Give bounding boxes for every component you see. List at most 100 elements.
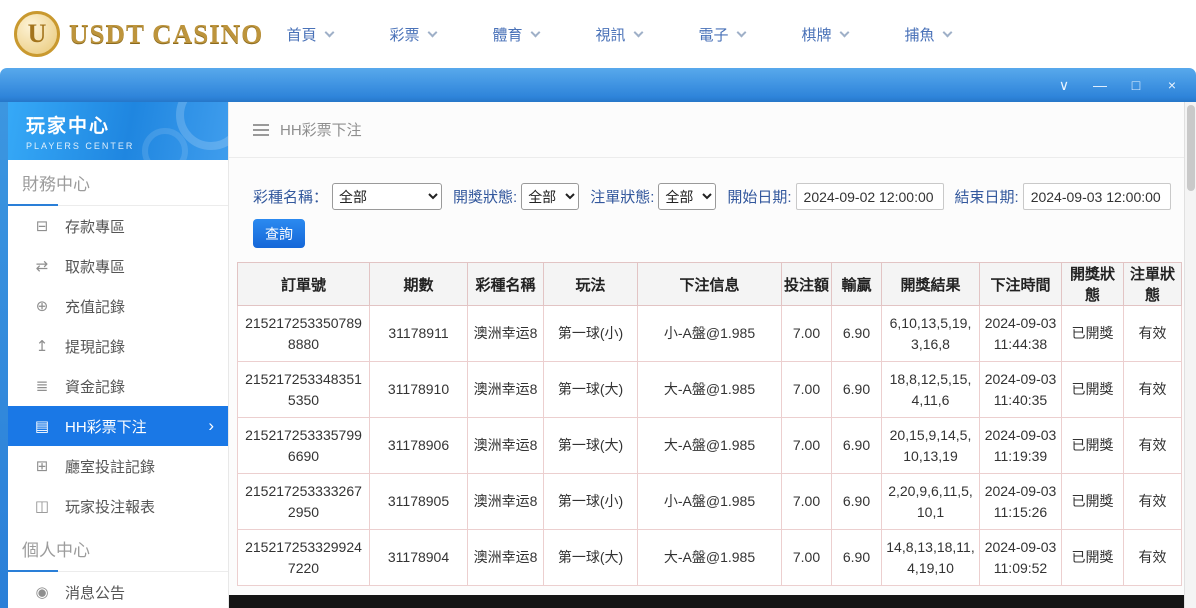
- cell-bet-info: 大-A盤@1.985: [638, 362, 782, 418]
- lottery-name-label: 彩種名稱：: [253, 186, 328, 207]
- end-date-label: 結束日期:: [955, 186, 1019, 207]
- sidebar-item-withdraw[interactable]: ⇄ 取款專區: [8, 246, 228, 286]
- col-bet-time: 下注時間: [980, 263, 1062, 306]
- minimize-icon[interactable]: —: [1092, 77, 1108, 93]
- end-date-input[interactable]: [1023, 183, 1171, 210]
- nav-item-lottery[interactable]: 彩票: [361, 0, 464, 68]
- col-play-type: 玩法: [544, 263, 638, 306]
- scrollbar-thumb[interactable]: [1187, 105, 1195, 191]
- main-nav: 首頁 彩票 體育 視訊 電子 棋牌 捕魚: [258, 0, 979, 68]
- cell-bet-amount: 7.00: [782, 474, 832, 530]
- cashout-icon: ↥: [32, 337, 52, 355]
- section-personal-center: 個人中心: [8, 526, 228, 572]
- cell-lottery-name: 澳洲幸运8: [468, 362, 544, 418]
- cell-bet-info: 小-A盤@1.985: [638, 306, 782, 362]
- nav-label: 首頁: [286, 24, 316, 45]
- window-titlebar: ∨ — □ ×: [0, 68, 1196, 102]
- cell-order-status: 有效: [1124, 418, 1182, 474]
- order-status-select[interactable]: 全部: [658, 183, 716, 210]
- nav-label: 彩票: [389, 24, 419, 45]
- vertical-scrollbar[interactable]: [1184, 102, 1196, 608]
- sidebar-item-cashout-records[interactable]: ↥ 提現記錄: [8, 326, 228, 366]
- sidebar-item-announcements[interactable]: ◉ 消息公告: [8, 572, 228, 608]
- cell-play-type: 第一球(小): [544, 306, 638, 362]
- search-button[interactable]: 查詢: [253, 219, 305, 248]
- sidebar-item-label: 消息公告: [65, 582, 125, 603]
- table-row: 2152172533357996690 31178906 澳洲幸运8 第一球(大…: [238, 418, 1182, 474]
- start-date-input[interactable]: [796, 183, 944, 210]
- table-row: 2152172533483515350 31178910 澳洲幸运8 第一球(大…: [238, 362, 1182, 418]
- sidebar-item-label: 資金記錄: [65, 376, 125, 397]
- table-row: 2152172533299247220 31178904 澳洲幸运8 第一球(大…: [238, 530, 1182, 586]
- table-row: 2152172533332672950 31178905 澳洲幸运8 第一球(小…: [238, 474, 1182, 530]
- collapse-icon[interactable]: ∨: [1056, 77, 1072, 94]
- chevron-down-icon: [324, 27, 334, 37]
- sidebar-item-funds-records[interactable]: ≣ 資金記錄: [8, 366, 228, 406]
- nav-label: 體育: [492, 24, 522, 45]
- nav-item-home[interactable]: 首頁: [258, 0, 361, 68]
- recharge-icon: ⊕: [32, 297, 52, 315]
- section-finance-center: 財務中心: [8, 160, 228, 206]
- cell-bet-amount: 7.00: [782, 306, 832, 362]
- app-window: ∨ — □ × 玩家中心 PLAYERS CENTER 財務中心 ⊟ 存款專區: [0, 68, 1196, 608]
- window-content: 玩家中心 PLAYERS CENTER 財務中心 ⊟ 存款專區 ⇄ 取款專區 ⊕…: [8, 102, 1196, 608]
- lottery-name-select[interactable]: 全部: [332, 183, 442, 210]
- funds-icon: ≣: [32, 377, 52, 395]
- site-logo[interactable]: U USDT CASINO: [14, 11, 263, 57]
- cell-draw-result: 2,20,9,6,11,5,10,1: [882, 474, 980, 530]
- sidebar-item-label: 取款專區: [65, 256, 125, 277]
- chevron-down-icon: [839, 27, 849, 37]
- draw-status-select[interactable]: 全部: [521, 183, 579, 210]
- menu-icon[interactable]: [253, 124, 269, 136]
- chevron-down-icon: [427, 27, 437, 37]
- report-icon: ◫: [32, 497, 52, 515]
- cell-win-loss: 6.90: [832, 362, 882, 418]
- cell-order-no: 2152172533357996690: [238, 418, 370, 474]
- cell-bet-info: 小-A盤@1.985: [638, 474, 782, 530]
- announcement-icon: ◉: [32, 583, 52, 601]
- cell-play-type: 第一球(大): [544, 418, 638, 474]
- deposit-icon: ⊟: [32, 217, 52, 235]
- cell-win-loss: 6.90: [832, 306, 882, 362]
- sidebar-item-recharge-records[interactable]: ⊕ 充值記錄: [8, 286, 228, 326]
- sidebar-item-label: 存款專區: [65, 216, 125, 237]
- nav-item-sports[interactable]: 體育: [464, 0, 567, 68]
- cell-bet-amount: 7.00: [782, 362, 832, 418]
- sidebar-item-player-bet-report[interactable]: ◫ 玩家投注報表: [8, 486, 228, 526]
- chevron-right-icon: ›: [208, 416, 214, 436]
- search-row: 查詢: [229, 219, 1184, 248]
- col-win-loss: 輸贏: [832, 263, 882, 306]
- logo-badge-icon: U: [14, 11, 60, 57]
- logo-text: USDT CASINO: [69, 19, 263, 50]
- window-body: 玩家中心 PLAYERS CENTER 財務中心 ⊟ 存款專區 ⇄ 取款專區 ⊕…: [0, 102, 1196, 608]
- nav-item-fishing[interactable]: 捕魚: [876, 0, 979, 68]
- cell-lottery-name: 澳洲幸运8: [468, 418, 544, 474]
- col-order-status: 注單狀態: [1124, 263, 1182, 306]
- cell-order-no: 2152172533332672950: [238, 474, 370, 530]
- cell-bet-info: 大-A盤@1.985: [638, 418, 782, 474]
- nav-item-slots[interactable]: 電子: [670, 0, 773, 68]
- maximize-icon[interactable]: □: [1128, 77, 1144, 93]
- cell-lottery-name: 澳洲幸运8: [468, 474, 544, 530]
- cell-order-status: 有效: [1124, 306, 1182, 362]
- draw-status-label: 開獎狀態:: [453, 186, 517, 207]
- cell-period: 31178905: [370, 474, 468, 530]
- cell-order-status: 有效: [1124, 530, 1182, 586]
- cell-bet-time: 2024-09-03 11:15:26: [980, 474, 1062, 530]
- sidebar-item-deposit[interactable]: ⊟ 存款專區: [8, 206, 228, 246]
- nav-item-live[interactable]: 視訊: [567, 0, 670, 68]
- close-icon[interactable]: ×: [1164, 77, 1180, 93]
- cell-bet-info: 大-A盤@1.985: [638, 530, 782, 586]
- start-date-label: 開始日期:: [727, 186, 791, 207]
- cell-period: 31178906: [370, 418, 468, 474]
- sidebar-item-room-bet-records[interactable]: ⊞ 廳室投註記錄: [8, 446, 228, 486]
- table-row: 2152172533507898880 31178911 澳洲幸运8 第一球(小…: [238, 306, 1182, 362]
- cell-bet-amount: 7.00: [782, 530, 832, 586]
- cell-bet-time: 2024-09-03 11:40:35: [980, 362, 1062, 418]
- cell-draw-status: 已開獎: [1062, 530, 1124, 586]
- content-bottom-strip: [229, 595, 1184, 608]
- cell-draw-status: 已開獎: [1062, 418, 1124, 474]
- sidebar-item-hh-lottery-bets[interactable]: ▤ HH彩票下注 ›: [8, 406, 228, 446]
- main-content: HH彩票下注 彩種名稱： 全部 開獎狀態: 全部: [228, 102, 1184, 608]
- nav-item-boardgames[interactable]: 棋牌: [773, 0, 876, 68]
